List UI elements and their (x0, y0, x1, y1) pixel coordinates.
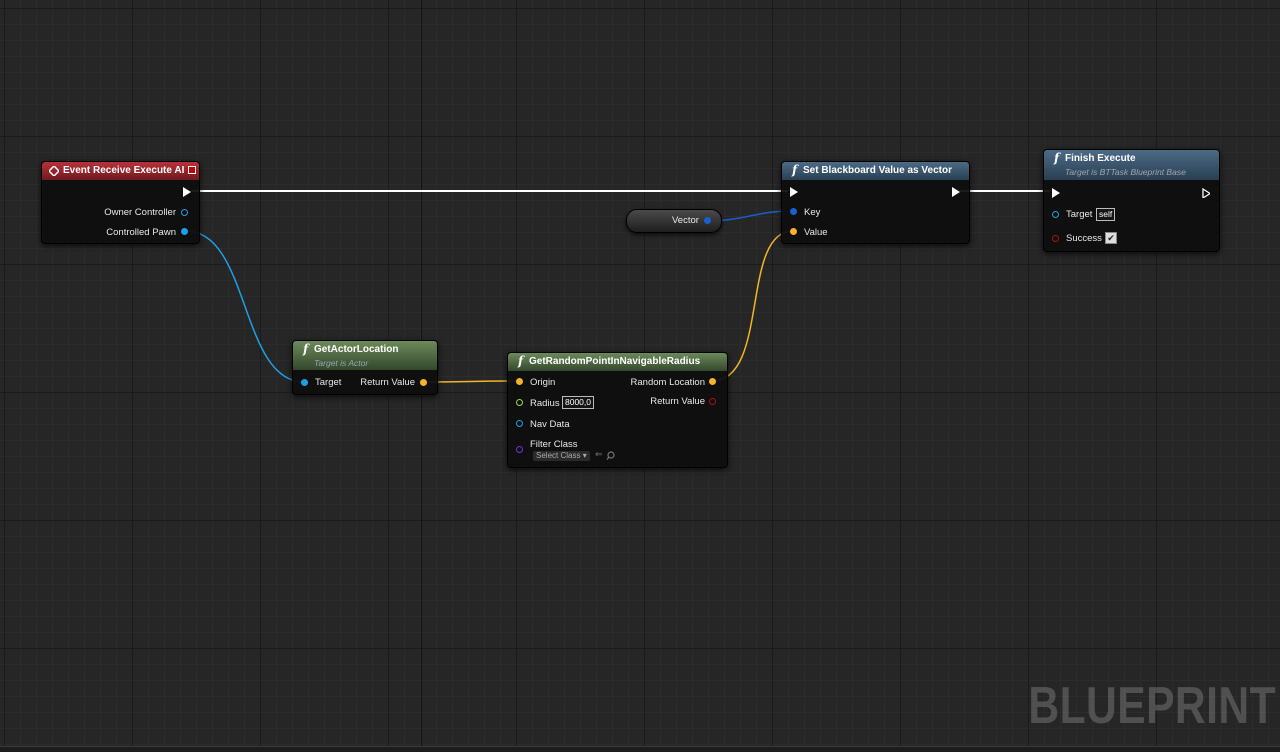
node-title: Finish Execute (1065, 153, 1136, 164)
node-title: Event Receive Execute AI (63, 165, 185, 176)
function-f-icon: f (792, 163, 798, 177)
origin-pin[interactable] (516, 378, 523, 385)
get-actor-location-node[interactable]: f GetActorLocation Target is Actor Targe… (292, 340, 438, 395)
target-pin[interactable] (1052, 211, 1059, 218)
function-f-icon: f (518, 354, 524, 368)
vector-variable-label: Vector (672, 215, 699, 226)
node-header: f Set Blackboard Value as Vector (782, 162, 969, 180)
function-f-icon: f (303, 342, 309, 356)
select-class-label: Select Class (536, 451, 581, 460)
event-diamond-icon (49, 166, 59, 176)
radius-pin[interactable] (516, 399, 523, 406)
select-class-dropdown[interactable]: Select Class ▾ (533, 451, 590, 461)
get-random-point-node[interactable]: f GetRandomPointInNavigableRadius Origin… (507, 352, 728, 468)
exec-out-pin[interactable] (183, 187, 191, 197)
target-pin[interactable] (301, 379, 308, 386)
origin-label: Origin (530, 377, 556, 388)
node-title: Set Blackboard Value as Vector (803, 165, 952, 176)
wire-location-to-origin[interactable] (423, 380, 520, 383)
finish-execute-node[interactable]: f Finish Execute Target is BTTask Bluepr… (1043, 149, 1220, 252)
node-header: f Finish Execute Target is BTTask Bluepr… (1044, 150, 1219, 180)
event-receive-execute-ai-node[interactable]: Event Receive Execute AI Owner Controlle… (41, 161, 200, 244)
success-checkbox[interactable]: ✔ (1105, 232, 1117, 244)
delegate-pin-icon[interactable] (188, 166, 196, 174)
value-label: Value (804, 227, 828, 238)
vector-variable-node[interactable]: Vector (626, 209, 722, 233)
return-value-label: Return Value (360, 377, 415, 388)
success-pin[interactable] (1052, 235, 1059, 242)
set-blackboard-value-node[interactable]: f Set Blackboard Value as Vector Key Val… (781, 161, 970, 244)
node-title: GetRandomPointInNavigableRadius (529, 356, 701, 367)
key-pin[interactable] (790, 208, 797, 215)
blueprint-watermark: BLUEPRINT (1028, 677, 1276, 735)
node-title: GetActorLocation (314, 344, 399, 355)
function-f-icon: f (1054, 151, 1060, 165)
exec-out-pin[interactable] (952, 187, 960, 197)
return-value-pin[interactable] (420, 379, 427, 386)
random-location-pin[interactable] (709, 378, 716, 385)
graph-bottom-bar (0, 746, 1280, 752)
node-subtitle: Target is Actor (314, 358, 369, 368)
random-location-label: Random Location (630, 377, 705, 388)
node-subtitle: Target is BTTask Blueprint Base (1065, 167, 1186, 177)
dropdown-arrow-icon: ▾ (582, 451, 587, 460)
target-label: Target (1066, 209, 1093, 220)
target-value-box[interactable]: self (1096, 208, 1116, 221)
filter-class-pin[interactable] (516, 446, 523, 453)
nav-data-pin[interactable] (516, 420, 523, 427)
wire-pawn-to-target[interactable] (185, 230, 305, 383)
success-label: Success (1066, 233, 1102, 244)
controlled-pawn-label: Controlled Pawn (106, 227, 176, 238)
value-pin[interactable] (790, 228, 797, 235)
exec-in-pin[interactable] (790, 187, 798, 197)
owner-controller-label: Owner Controller (104, 207, 176, 218)
owner-controller-pin[interactable] (181, 209, 188, 216)
radius-value-box[interactable]: 8000,0 (562, 396, 594, 409)
browse-magnifier-icon[interactable] (606, 451, 615, 460)
node-header: f GetActorLocation Target is Actor (293, 341, 437, 370)
return-value-pin[interactable] (709, 398, 716, 405)
node-header: Event Receive Execute AI (42, 162, 199, 180)
node-header: f GetRandomPointInNavigableRadius (508, 353, 727, 371)
vector-variable-out-pin[interactable] (704, 217, 711, 224)
filter-class-label: Filter Class (530, 439, 578, 450)
use-selected-arrow-icon[interactable]: ⇐ (595, 449, 603, 460)
radius-label: Radius (530, 398, 560, 409)
exec-in-pin[interactable] (1052, 188, 1060, 198)
target-label: Target (315, 377, 342, 388)
exec-out-pin[interactable] (1202, 188, 1210, 198)
controlled-pawn-pin[interactable] (181, 228, 188, 235)
key-label: Key (804, 207, 821, 218)
return-value-label: Return Value (650, 396, 705, 407)
nav-data-label: Nav Data (530, 419, 570, 430)
